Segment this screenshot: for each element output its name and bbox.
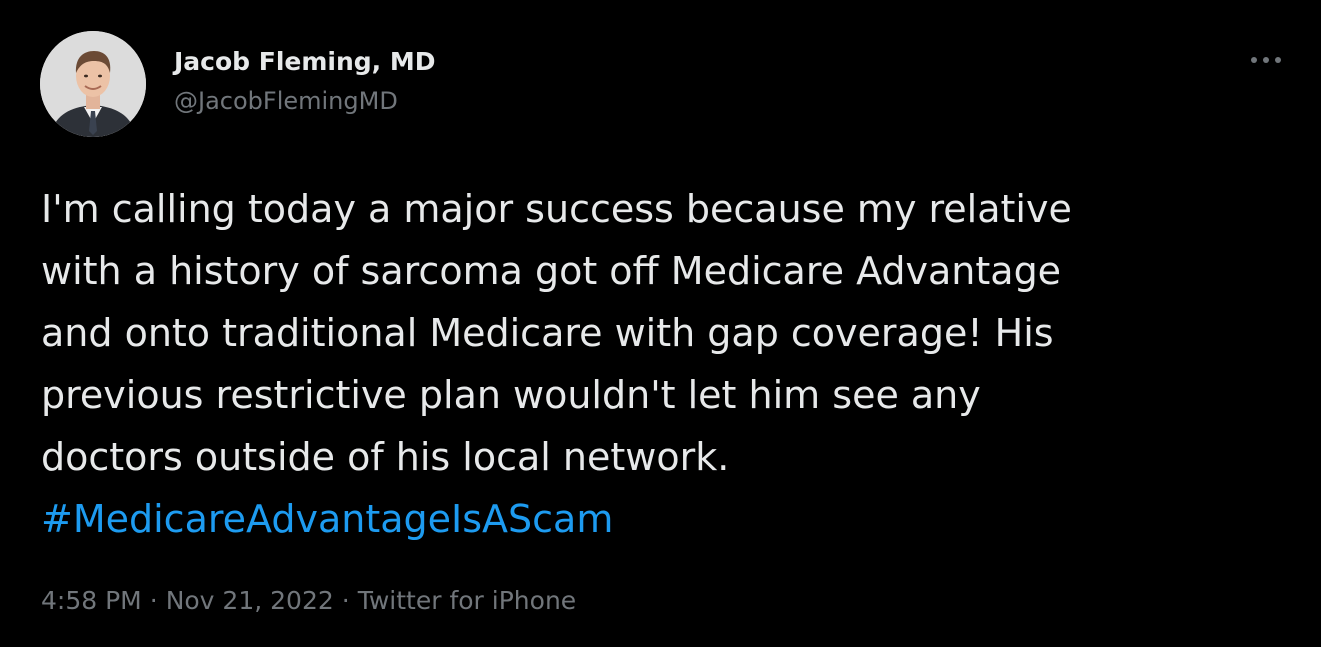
tweet-time[interactable]: 4:58 PM [41,586,142,615]
hashtag-link[interactable]: #MedicareAdvantageIsAScam [41,497,613,541]
meta-separator: · [149,586,158,615]
tweet-metadata: 4:58 PM · Nov 21, 2022 · Twitter for iPhone [41,579,576,623]
tweet-text: I'm calling today a major success becaus… [41,178,1291,550]
more-dots-icon [1251,57,1281,63]
profile-photo-icon [40,31,146,137]
display-name[interactable]: Jacob Fleming, MD [174,44,436,80]
meta-separator: · [341,586,350,615]
tweet-source[interactable]: Twitter for iPhone [358,586,576,615]
tweet-text-line: previous restrictive plan wouldn't let h… [41,373,981,417]
tweet-text-line: doctors outside of his local network. [41,435,730,479]
tweet-text-line: with a history of sarcoma got off Medica… [41,249,1062,293]
tweet-card: Jacob Fleming, MD @JacobFlemingMD I'm ca… [0,0,1321,647]
tweet-text-line: I'm calling today a major success becaus… [41,187,1072,231]
tweet-date[interactable]: Nov 21, 2022 [166,586,334,615]
user-handle[interactable]: @JacobFlemingMD [174,84,436,118]
tweet-text-line: and onto traditional Medicare with gap c… [41,311,1054,355]
author-block: Jacob Fleming, MD @JacobFlemingMD [174,44,436,118]
avatar[interactable] [40,31,146,137]
more-options-button[interactable] [1248,44,1284,78]
